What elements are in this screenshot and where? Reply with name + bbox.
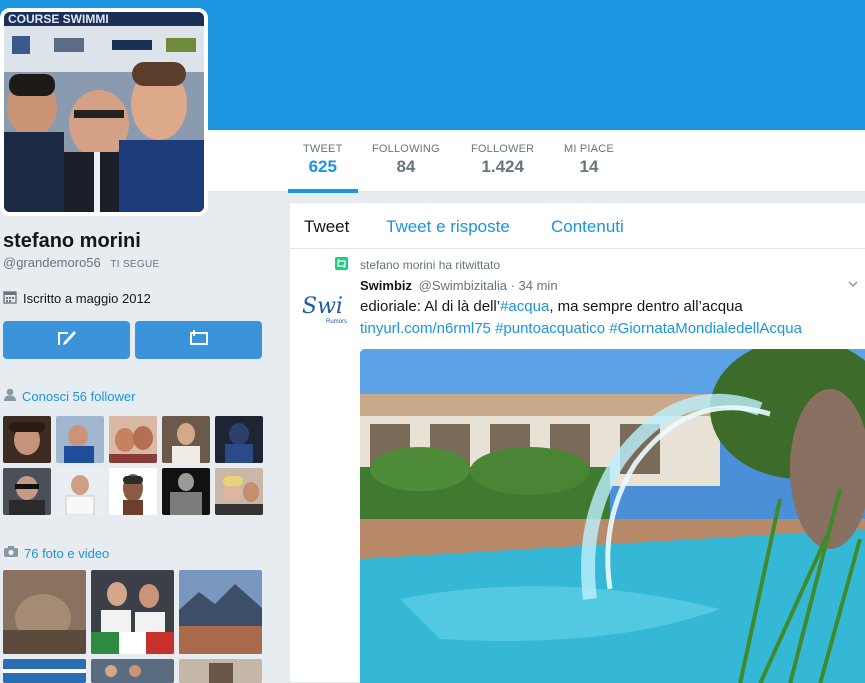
media-thumbnail[interactable] [3,570,86,654]
hashtag-link[interactable]: #puntoacquatico [495,320,605,337]
media-grid [3,570,265,683]
follower-avatar[interactable] [56,416,104,463]
stat-value: 1.424 [481,157,524,176]
stat-label: MI PIACE [564,143,614,155]
stat-label: FOLLOWING [372,143,440,155]
compose-tweet-button[interactable] [3,321,130,359]
stat-tweet[interactable]: TWEET 625 [288,143,357,193]
stat-follower[interactable]: FOLLOWER 1.424 [471,143,534,177]
user-icon [3,388,17,404]
tweet-text-part: , ma sempre dentro all’acqua [549,298,743,315]
profile-handle-line: @grandemoro56 TI SEGUE [3,255,159,270]
profile-avatar[interactable]: COURSE SWIMMI [0,8,208,216]
tweet-media-image[interactable] [360,349,865,683]
follower-avatar[interactable] [162,468,210,515]
joined-date: Iscritto a maggio 2012 [3,290,151,307]
avatar-logo-text: Swi [302,294,343,319]
followers-link-label: Conosci 56 follower [22,388,136,404]
photos-videos-link[interactable]: 76 foto e video [3,545,109,561]
follower-avatar[interactable] [109,416,157,463]
media-thumbnail[interactable] [91,659,174,683]
tweet-author-avatar[interactable]: Swi Rumors [302,283,350,331]
follower-avatar[interactable] [3,416,51,463]
stat-value: 14 [579,157,599,176]
timeline: Tweet Tweet e risposte Contenuti stefano… [289,202,865,683]
tweet-time[interactable]: · 34 min [511,278,558,293]
stat-label: FOLLOWER [471,143,535,155]
profile-handle[interactable]: @grandemoro56 [3,255,101,270]
message-icon [188,328,210,353]
stat-label: TWEET [303,143,343,155]
follower-avatar[interactable] [215,416,263,463]
stat-likes[interactable]: MI PIACE 14 [564,143,614,177]
banner-text: COURSE SWIMMI [8,12,109,26]
hashtag-link[interactable]: #GiornataMondialedellAcqua [609,320,802,337]
tab-tweets-replies[interactable]: Tweet e risposte [386,217,510,237]
camera-icon [3,545,19,561]
stat-value: 625 [308,157,337,176]
follower-avatar[interactable] [109,468,157,515]
follower-avatar[interactable] [215,468,263,515]
url-link[interactable]: tinyurl.com/n6rml75 [360,320,491,337]
follower-avatar[interactable] [56,468,104,515]
followers-you-know-link[interactable]: Conosci 56 follower [3,388,135,404]
follower-avatar[interactable] [162,416,210,463]
joined-label: Iscritto a maggio 2012 [23,291,151,306]
retweet-context: stefano morini ha ritwittato [360,258,501,272]
direct-message-button[interactable] [135,321,262,359]
media-thumbnail[interactable] [179,659,262,683]
stat-value: 84 [396,157,416,176]
profile-name: stefano morini [3,230,141,252]
stat-following[interactable]: FOLLOWING 84 [372,143,440,177]
tweet-author-handle[interactable]: @Swimbizitalia [419,278,507,293]
media-thumbnail[interactable] [179,570,262,654]
avatar-photo: COURSE SWIMMI [4,12,204,212]
media-link-label: 76 foto e video [24,545,110,561]
tweet-author-name[interactable]: Swimbiz [360,278,412,293]
hashtag-link[interactable]: #acqua [500,298,549,315]
tweet-text-part: edioriale: Al di là dell’ [360,298,501,315]
follower-avatar[interactable] [3,468,51,515]
pool-fountain-photo [360,349,865,683]
avatar-logo-subtext: Rumors [326,319,347,325]
tab-tweet[interactable]: Tweet [304,217,349,237]
retweet-icon [335,257,348,270]
followers-grid [3,416,265,515]
timeline-tabs: Tweet Tweet e risposte Contenuti [290,203,865,249]
follows-you-badge: TI SEGUE [110,259,160,270]
tab-media[interactable]: Contenuti [551,217,624,237]
chevron-down-icon[interactable] [847,277,859,289]
media-thumbnail[interactable] [3,659,86,683]
tweet-header: Swimbiz @Swimbizitalia · 34 min [360,278,558,293]
calendar-icon [3,290,17,307]
tweet-text: edioriale: Al di là dell’#acqua, ma semp… [360,296,850,340]
media-thumbnail[interactable] [91,570,174,654]
compose-icon [56,328,78,353]
